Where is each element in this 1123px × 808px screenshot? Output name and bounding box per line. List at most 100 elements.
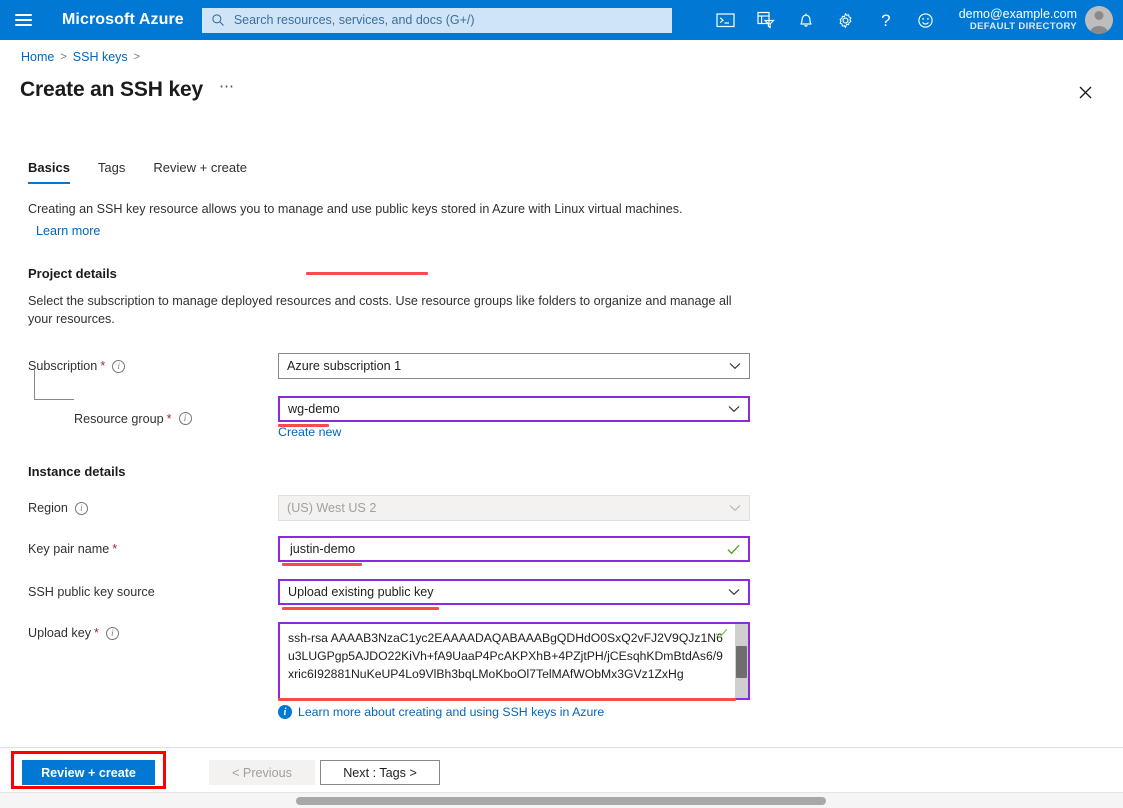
key-pair-name-row: Key pair name * bbox=[28, 536, 1088, 567]
region-info-icon[interactable]: i bbox=[74, 501, 88, 515]
cloud-shell-icon[interactable] bbox=[706, 0, 746, 40]
annotation-underline-key-source bbox=[282, 607, 439, 611]
upload-key-label-group: Upload key * i bbox=[28, 622, 278, 640]
directories-subscriptions-icon[interactable] bbox=[746, 0, 786, 40]
upload-key-control: ssh-rsa AAAAB3NzaC1yc2EAAAADAQABAAABgQDH… bbox=[278, 622, 750, 720]
breadcrumb: Home > SSH keys > bbox=[21, 50, 140, 64]
subscription-dropdown[interactable]: Azure subscription 1 bbox=[278, 353, 750, 380]
settings-gear-icon[interactable] bbox=[826, 0, 866, 40]
breadcrumb-separator-icon-2: > bbox=[133, 51, 141, 63]
tab-basics[interactable]: Basics bbox=[28, 160, 70, 184]
account-text: demo@example.com DEFAULT DIRECTORY bbox=[959, 7, 1077, 32]
resource-group-row: Resource group * i wg-demo Create new bbox=[28, 396, 1088, 441]
chevron-down-icon bbox=[729, 505, 741, 512]
avatar[interactable] bbox=[1085, 6, 1113, 34]
region-control: (US) West US 2 bbox=[278, 495, 750, 522]
resource-group-info-icon[interactable]: i bbox=[178, 412, 192, 426]
azure-portal-page: Microsoft Azure Search resources, servic… bbox=[0, 0, 1123, 808]
textarea-scrollbar-thumb[interactable] bbox=[736, 646, 747, 679]
ssh-public-key-source-value: Upload existing public key bbox=[288, 585, 434, 600]
global-search[interactable] bbox=[201, 7, 672, 33]
region-label-group: Region i bbox=[28, 501, 278, 515]
horizontal-scrollbar-thumb[interactable] bbox=[296, 797, 826, 805]
chevron-down-icon bbox=[728, 406, 740, 413]
breadcrumb-item-ssh-keys[interactable]: SSH keys bbox=[73, 50, 128, 64]
resource-group-required-marker: * bbox=[166, 411, 172, 426]
resource-group-dropdown[interactable]: wg-demo bbox=[278, 396, 750, 423]
hamburger-bars bbox=[14, 11, 32, 29]
resource-group-value: wg-demo bbox=[288, 402, 340, 417]
tab-tags[interactable]: Tags bbox=[98, 160, 125, 184]
subscription-info-icon[interactable]: i bbox=[112, 359, 126, 373]
account-menu[interactable]: demo@example.com DEFAULT DIRECTORY bbox=[959, 6, 1123, 34]
account-directory: DEFAULT DIRECTORY bbox=[969, 20, 1077, 32]
wizard-tabs: Basics Tags Review + create bbox=[28, 160, 275, 184]
next-tags-button[interactable]: Next : Tags > bbox=[320, 760, 440, 785]
resource-group-label: Resource group bbox=[74, 411, 164, 426]
key-pair-name-required-marker: * bbox=[112, 542, 118, 557]
ssh-public-key-source-label: SSH public key source bbox=[28, 585, 155, 600]
help-question-icon[interactable]: ? bbox=[866, 0, 906, 40]
key-pair-name-control bbox=[278, 536, 750, 567]
ssh-public-key-source-row: SSH public key source Upload existing pu… bbox=[28, 579, 1088, 611]
key-pair-name-label: Key pair name bbox=[28, 542, 110, 557]
upload-key-note: i Learn more about creating and using SS… bbox=[278, 705, 750, 720]
project-details-description: Select the subscription to manage deploy… bbox=[28, 293, 732, 327]
intro-text: Creating an SSH key resource allows you … bbox=[28, 202, 683, 216]
chevron-down-icon bbox=[729, 363, 741, 370]
upload-key-textarea[interactable]: ssh-rsa AAAAB3NzaC1yc2EAAAADAQABAAABgQDH… bbox=[278, 622, 750, 701]
upload-key-info-icon[interactable]: i bbox=[105, 626, 119, 640]
create-new-resource-group-link[interactable]: Create new bbox=[278, 425, 341, 439]
previous-button: < Previous bbox=[209, 760, 315, 785]
tab-review-create[interactable]: Review + create bbox=[153, 160, 247, 184]
header-icon-group: ? bbox=[706, 0, 946, 40]
more-options-icon[interactable]: ⋯ bbox=[219, 79, 235, 101]
account-email: demo@example.com bbox=[958, 7, 1077, 22]
ssh-public-key-source-control: Upload existing public key bbox=[278, 579, 750, 611]
key-pair-name-input[interactable] bbox=[288, 541, 721, 558]
region-label: Region bbox=[28, 501, 68, 516]
subscription-control: Azure subscription 1 bbox=[278, 353, 750, 380]
key-pair-name-field[interactable] bbox=[278, 536, 750, 563]
resource-group-control: wg-demo Create new bbox=[278, 396, 750, 441]
horizontal-scrollbar[interactable] bbox=[0, 792, 1123, 808]
ssh-public-key-source-label-group: SSH public key source bbox=[28, 585, 278, 599]
upload-key-label: Upload key bbox=[28, 626, 92, 641]
upload-key-row: Upload key * i ssh-rsa AAAAB3NzaC1yc2EAA… bbox=[28, 622, 1088, 720]
subscription-value: Azure subscription 1 bbox=[287, 359, 402, 374]
search-input[interactable] bbox=[231, 12, 663, 28]
valid-check-icon bbox=[715, 629, 728, 639]
azure-brand-title[interactable]: Microsoft Azure bbox=[46, 11, 202, 29]
subscription-required-marker: * bbox=[100, 359, 106, 374]
key-pair-name-label-group: Key pair name * bbox=[28, 542, 278, 556]
annotation-underline-create-new bbox=[278, 424, 329, 428]
info-circle-icon: i bbox=[278, 705, 292, 720]
resource-group-tree-connector bbox=[34, 370, 74, 400]
close-icon[interactable] bbox=[1073, 80, 1097, 104]
form-content: Creating an SSH key resource allows you … bbox=[28, 200, 1088, 720]
textarea-scrollbar[interactable] bbox=[735, 624, 748, 699]
upload-key-value: ssh-rsa AAAAB3NzaC1yc2EAAAADAQABAAABgQDH… bbox=[288, 631, 723, 682]
page-title: Create an SSH key bbox=[20, 78, 204, 101]
chevron-down-icon bbox=[728, 589, 740, 596]
title-row: Create an SSH key ⋯ bbox=[20, 78, 235, 102]
breadcrumb-separator-icon: > bbox=[60, 51, 67, 63]
annotation-underline-upload-key bbox=[278, 698, 736, 702]
ssh-keys-learn-more-link[interactable]: Learn more about creating and using SSH … bbox=[298, 705, 604, 719]
learn-more-link[interactable]: Learn more bbox=[36, 222, 100, 240]
upload-key-required-marker: * bbox=[94, 626, 99, 641]
subscription-row: Subscription * i Azure subscription 1 bbox=[28, 353, 1088, 380]
annotation-underline-key-pair-name bbox=[282, 563, 362, 567]
review-create-button[interactable]: Review + create bbox=[22, 760, 155, 785]
global-header: Microsoft Azure Search resources, servic… bbox=[0, 0, 1123, 40]
hamburger-icon[interactable] bbox=[0, 0, 46, 40]
region-value: (US) West US 2 bbox=[287, 501, 377, 516]
feedback-smiley-icon[interactable] bbox=[906, 0, 946, 40]
project-details-heading: Project details bbox=[28, 265, 117, 281]
ssh-public-key-source-dropdown[interactable]: Upload existing public key bbox=[278, 579, 750, 606]
region-dropdown: (US) West US 2 bbox=[278, 495, 750, 522]
breadcrumb-item-home[interactable]: Home bbox=[21, 50, 54, 64]
notifications-bell-icon[interactable] bbox=[786, 0, 826, 40]
region-row: Region i (US) West US 2 bbox=[28, 495, 1088, 522]
intro-block: Creating an SSH key resource allows you … bbox=[28, 200, 1088, 241]
